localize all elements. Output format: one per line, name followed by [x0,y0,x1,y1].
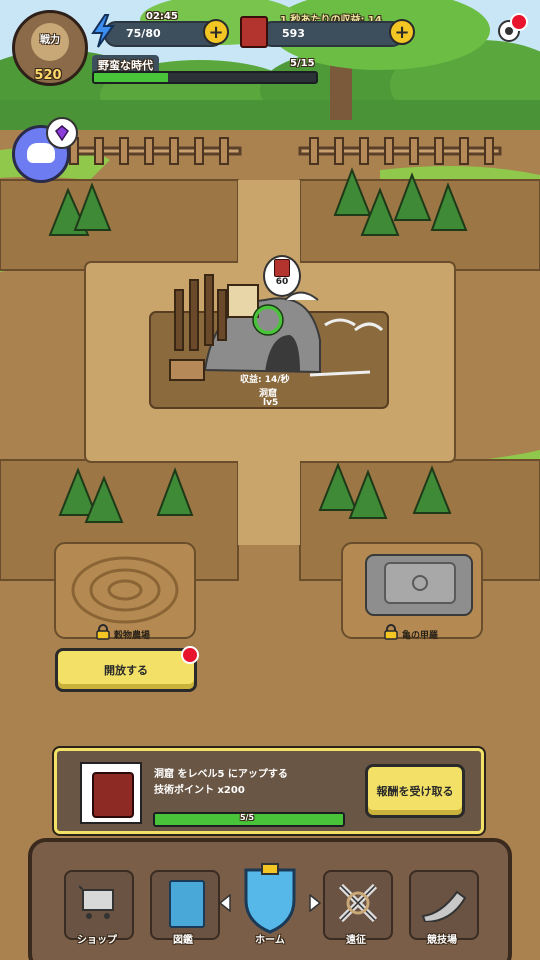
shopping-cart-icon [78,884,119,924]
nav-shop-label: ショップ [77,935,117,946]
tech-book-icon [274,259,290,277]
discord-logo-icon [27,143,55,163]
nav-collection-label: 図鑑 [173,935,193,946]
tech-book-icon [240,16,268,48]
locked-plot-label: 亀の甲羅 [402,631,439,641]
nav-home-label: ホーム [255,935,285,946]
unlock-button[interactable]: 開放する [55,648,197,692]
quest-reward: 技術ポイント x200 [154,785,245,796]
nav-right-arrow-icon[interactable] [308,893,322,913]
power-label: 戦力 [40,35,60,46]
claim-reward-label: 報酬を受け取る [376,785,454,798]
energy-value: 75/80 [126,27,161,40]
quest-reward-icon [80,762,142,824]
settings-notification-dot [510,13,528,31]
tech-book-icon [92,772,134,818]
nav-collection-button[interactable] [150,870,220,940]
unlock-notification-dot [181,646,199,664]
nav-arena-button[interactable] [409,870,479,940]
nav-left-arrow-icon[interactable] [218,893,232,913]
lock-icon [96,624,110,640]
tech-points-value: 593 [282,27,305,40]
add-energy-button[interactable]: + [203,19,229,45]
lightning-icon [90,14,116,48]
nav-arena-label: 競技場 [427,935,457,946]
card-book-icon [169,880,205,928]
quest-progress-text: 5/5 [239,813,255,822]
crossed-swords-icon [337,882,379,928]
nav-shop-button[interactable] [64,870,134,940]
home-shield-icon [244,863,296,934]
add-tech-points-button[interactable]: + [389,19,415,45]
tech-point-bubble[interactable]: 60 [263,255,301,297]
era-progress-text: 5/15 [290,58,315,69]
era-progress-fill [94,73,168,82]
war-horn-icon [421,886,467,926]
building-income: 収益: 14/秒 [240,375,290,385]
claim-reward-button[interactable]: 報酬を受け取る [365,764,465,818]
locked-plot-label: 穀物農場 [114,631,151,641]
bubble-value: 60 [275,277,289,287]
gem-icon [46,117,78,149]
locked-plot-turtle-shell[interactable] [342,543,482,638]
locked-plot-grain-farm[interactable] [55,543,195,638]
power-value: 520 [34,68,62,83]
nav-home-button[interactable] [236,862,304,936]
game-screen: 戦力 520 02:45 75/80 + 1 秒あたりの収益: 14 593 +… [0,0,540,960]
quest-title: 洞窟 をレベル5 にアップする [154,769,288,780]
nav-expedition-label: 遠征 [346,935,366,946]
tech-points-pill: 593 [260,21,404,47]
lock-icon [384,624,398,640]
nav-expedition-button[interactable] [323,870,393,940]
building-level: lv5 [263,398,279,408]
unlock-button-label: 開放する [104,664,148,677]
era-progress-bar [92,71,318,84]
